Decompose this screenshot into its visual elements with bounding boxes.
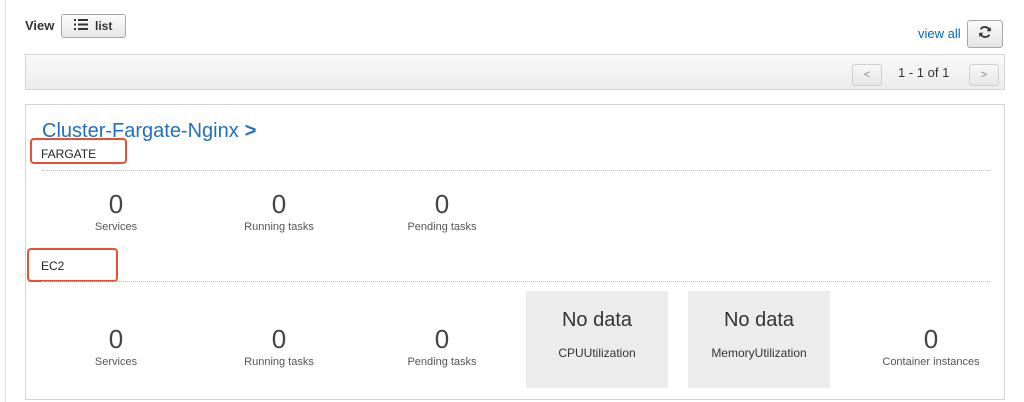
ec2-pending-count: 0: [434, 324, 450, 354]
ec2-pending-metric: 0 Pending tasks: [362, 324, 522, 368]
memory-utilization-value: No data: [723, 309, 795, 331]
fargate-running-metric: 0 Running tasks: [199, 189, 359, 233]
fargate-pending-label: Pending tasks: [407, 221, 477, 233]
next-page-button[interactable]: >: [969, 64, 999, 86]
fargate-services-metric: 0 Services: [36, 189, 196, 233]
cluster-card: Cluster-Fargate-Nginx > FARGATE 0 Servic…: [25, 104, 1005, 400]
previous-page-button[interactable]: <: [852, 64, 882, 86]
cpu-utilization-label: CPUUtilization: [558, 346, 636, 360]
list-view-label: list: [95, 19, 113, 33]
cpu-utilization-value: No data: [561, 309, 633, 331]
fargate-pending-metric: 0 Pending tasks: [362, 189, 522, 233]
fargate-services-count: 0: [108, 189, 124, 219]
fargate-pending-count: 0: [434, 189, 450, 219]
page-range: 1 - 1 of 1: [898, 65, 950, 80]
ec2-services-label: Services: [94, 356, 138, 368]
refresh-icon: [978, 25, 992, 44]
container-instances-label: Container instances: [882, 356, 980, 368]
fargate-highlight-box: [30, 138, 127, 164]
chevron-right-icon: >: [244, 120, 257, 142]
left-border: [5, 0, 6, 402]
list-icon: [74, 19, 88, 33]
ec2-running-metric: 0 Running tasks: [199, 324, 359, 368]
view-label: View: [25, 18, 55, 33]
container-instances-count: 0: [923, 324, 939, 354]
fargate-divider: [42, 170, 990, 171]
fargate-services-label: Services: [94, 221, 138, 233]
memory-utilization-tile: No data MemoryUtilization: [688, 291, 830, 388]
fargate-running-label: Running tasks: [244, 221, 314, 233]
cpu-utilization-tile: No data CPUUtilization: [526, 291, 668, 388]
fargate-running-count: 0: [271, 189, 287, 219]
view-toggle: list card: [61, 14, 126, 38]
ec2-divider: [42, 281, 990, 282]
ec2-pending-label: Pending tasks: [407, 356, 477, 368]
ec2-running-label: Running tasks: [244, 356, 314, 368]
ec2-highlight-box: [27, 248, 118, 282]
ec2-services-count: 0: [108, 324, 124, 354]
container-instances-metric: 0 Container instances: [851, 324, 1011, 368]
memory-utilization-label: MemoryUtilization: [711, 346, 807, 360]
list-view-button[interactable]: list: [62, 15, 125, 37]
ec2-services-metric: 0 Services: [36, 324, 196, 368]
refresh-button[interactable]: [967, 20, 1003, 48]
pagination-bar: < 1 - 1 of 1 >: [25, 54, 1005, 90]
ec2-running-count: 0: [271, 324, 287, 354]
view-all-link[interactable]: view all: [918, 26, 961, 41]
